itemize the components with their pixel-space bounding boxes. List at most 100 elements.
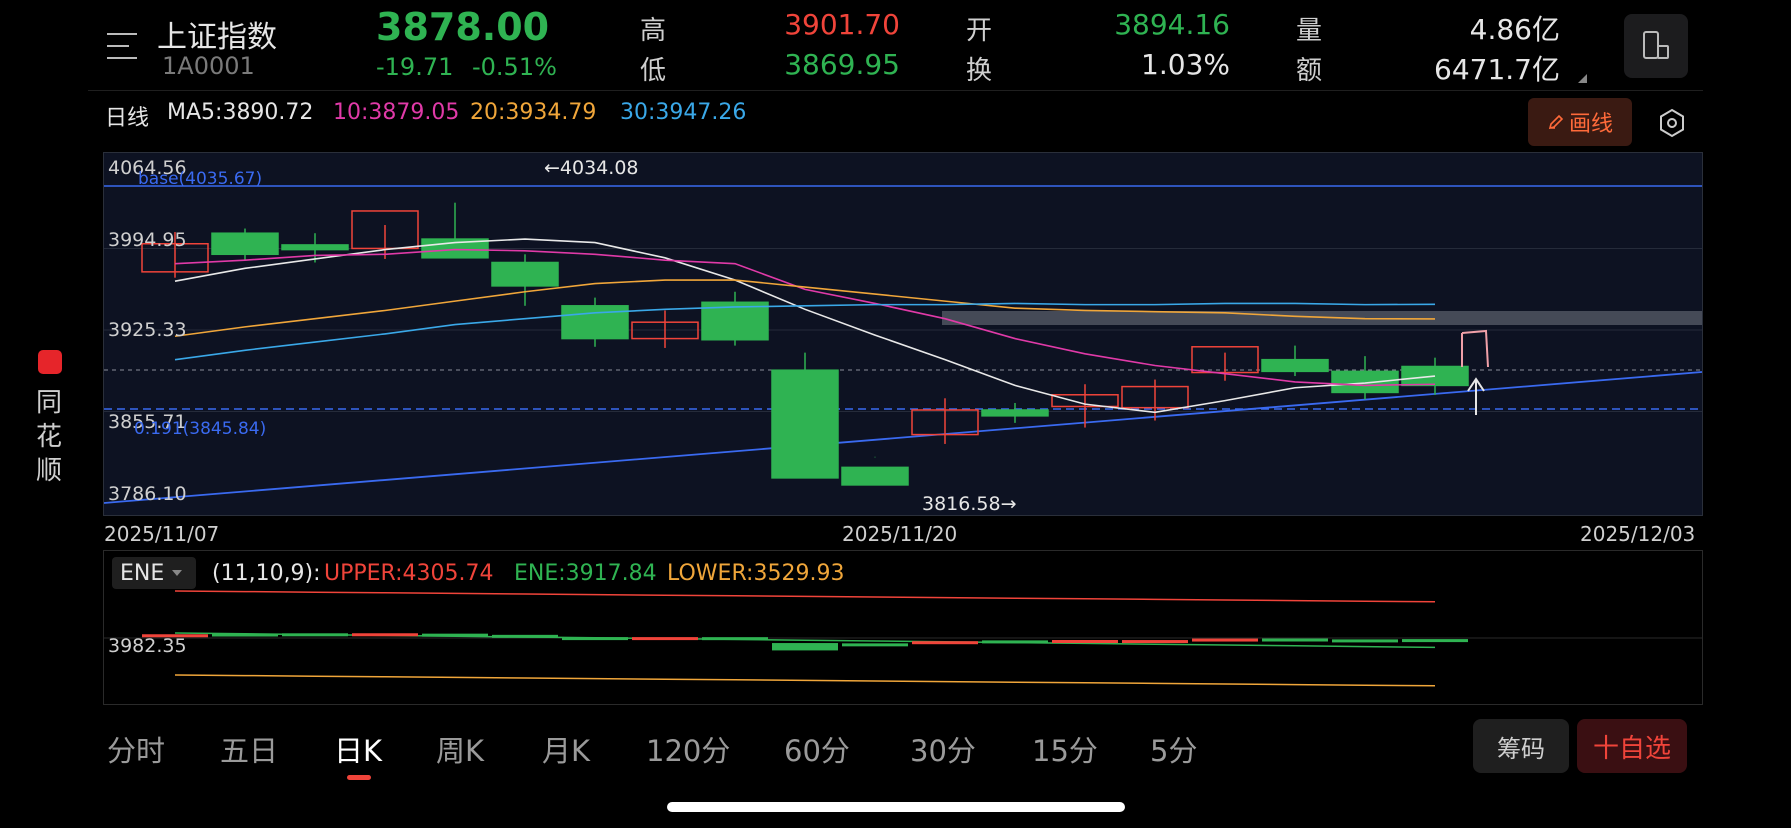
tab-five-day[interactable]: 五日 <box>220 728 278 770</box>
brand-char-2: 花 <box>36 422 63 452</box>
candle-body <box>1401 365 1469 387</box>
ene-candle <box>562 637 628 641</box>
period-label: 日线 <box>105 106 150 131</box>
tab-60min[interactable]: 60分 <box>784 728 850 770</box>
ene-candle <box>282 633 348 637</box>
min-price-label: 3816.58→ <box>922 493 1017 515</box>
handdrawn-box <box>1461 329 1489 368</box>
brand-char-1: 同 <box>36 388 63 418</box>
header-divider <box>88 90 1703 91</box>
high-label: 高 <box>640 16 667 46</box>
candle-body <box>1331 370 1399 394</box>
tab-15min[interactable]: 15分 <box>1032 728 1098 770</box>
low-value: 3869.95 <box>784 48 900 81</box>
chips-button[interactable]: 筹码 <box>1473 719 1569 773</box>
add-watchlist-button[interactable]: 十自选 <box>1577 719 1687 773</box>
low-label: 低 <box>640 56 667 86</box>
ma-line-20 <box>174 279 1436 338</box>
open-value: 3894.16 <box>1114 8 1230 41</box>
ene-lower-line <box>174 674 1436 687</box>
max-price-label: ←4034.08 <box>544 157 639 179</box>
volume-value: 4.86亿 <box>1469 13 1560 46</box>
ene-candle <box>982 640 1048 644</box>
ene-candle <box>842 643 908 647</box>
ene-selector-label: ENE <box>120 560 165 586</box>
pencil-icon <box>1548 114 1564 130</box>
y-label-3: 3925.33 <box>108 319 187 341</box>
phone-landscape-icon <box>1643 31 1669 59</box>
amount-value: 6471.7亿 <box>1434 53 1560 86</box>
tab-monthly-k[interactable]: 月K <box>542 728 590 770</box>
price-change-pct: -0.51% <box>472 53 557 81</box>
candle-body <box>981 409 1049 417</box>
tab-intraday[interactable]: 分时 <box>107 728 165 770</box>
draw-line-label: 画线 <box>1568 112 1613 137</box>
ene-candle <box>772 643 838 651</box>
ene-y-label: 3982.35 <box>108 635 187 657</box>
ene-candle <box>1122 640 1188 644</box>
candle-body <box>281 244 349 251</box>
current-price: 3878.00 <box>376 5 550 49</box>
ene-candle <box>352 633 418 637</box>
index-name: 上证指数 <box>157 20 277 55</box>
index-code: 1A0001 <box>162 52 255 80</box>
ma10-value: 10:3879.05 <box>333 100 460 125</box>
tab-120min[interactable]: 120分 <box>646 728 730 770</box>
candle-body <box>1261 358 1329 373</box>
ene-upper-line <box>174 590 1436 603</box>
ma20-value: 20:3934.79 <box>470 100 597 125</box>
ene-selector[interactable]: ENE <box>112 557 196 589</box>
ene-candle <box>632 637 698 641</box>
kline-chart[interactable]: 4064.56 base(4035.67) 3994.95 3925.33 38… <box>103 152 1703 516</box>
candle-body <box>491 261 559 287</box>
home-indicator <box>667 802 1125 812</box>
active-tab-indicator <box>347 775 371 780</box>
tab-daily-k[interactable]: 日K <box>334 728 382 770</box>
ene-candle <box>1052 640 1118 643</box>
turnover-label: 换 <box>966 56 993 86</box>
high-value: 3901.70 <box>784 8 900 41</box>
menu-icon[interactable] <box>107 33 141 59</box>
ene-candle <box>1192 638 1258 642</box>
turnover-value: 1.03% <box>1141 48 1230 81</box>
candle-body <box>211 232 279 256</box>
ene-mid: ENE:3917.84 <box>514 561 657 586</box>
ene-candle <box>1262 638 1328 642</box>
brand-logo <box>38 350 62 374</box>
ene-candle <box>702 637 768 641</box>
ene-candle <box>422 633 488 637</box>
date-label-start: 2025/11/07 <box>104 522 220 546</box>
ene-candle <box>912 641 978 645</box>
brand-char-3: 顺 <box>36 456 63 486</box>
ene-candle <box>1332 639 1398 643</box>
ma30-value: 30:3947.26 <box>620 100 747 125</box>
amount-label: 额 <box>1296 56 1323 86</box>
draw-line-button[interactable]: 画线 <box>1528 98 1632 146</box>
tab-30min[interactable]: 30分 <box>910 728 976 770</box>
tab-weekly-k[interactable]: 周K <box>436 728 484 770</box>
expand-corner-icon <box>1578 74 1587 83</box>
y-label-2: 3994.95 <box>108 229 187 251</box>
ene-candle <box>1402 639 1468 643</box>
ene-candle <box>492 634 558 638</box>
open-label: 开 <box>966 16 993 46</box>
ene-candle <box>212 633 278 637</box>
settings-hexagon-icon[interactable] <box>1655 106 1689 140</box>
ene-chart[interactable]: ENE (11,10,9): UPPER:4305.74 ENE:3917.84… <box>103 550 1703 705</box>
base-line-label: base(4035.67) <box>138 169 263 189</box>
ene-lower: LOWER:3529.93 <box>667 561 845 586</box>
y-label-5: 3786.10 <box>108 483 187 505</box>
candle-body <box>841 466 909 486</box>
volume-label: 量 <box>1296 16 1323 46</box>
candle-body <box>561 305 629 340</box>
fib-line-label: 0.191(3845.84) <box>134 419 267 439</box>
dropdown-arrow-icon <box>172 570 183 576</box>
date-label-mid: 2025/11/20 <box>842 522 958 546</box>
price-change: -19.71 <box>376 53 454 81</box>
date-label-end: 2025/12/03 <box>1580 522 1696 546</box>
ene-params: (11,10,9): <box>212 561 321 586</box>
tab-5min[interactable]: 5分 <box>1150 728 1197 770</box>
ene-upper: UPPER:4305.74 <box>324 561 494 586</box>
ma5-value: MA5:3890.72 <box>167 100 314 125</box>
device-toggle-button[interactable] <box>1624 14 1688 78</box>
